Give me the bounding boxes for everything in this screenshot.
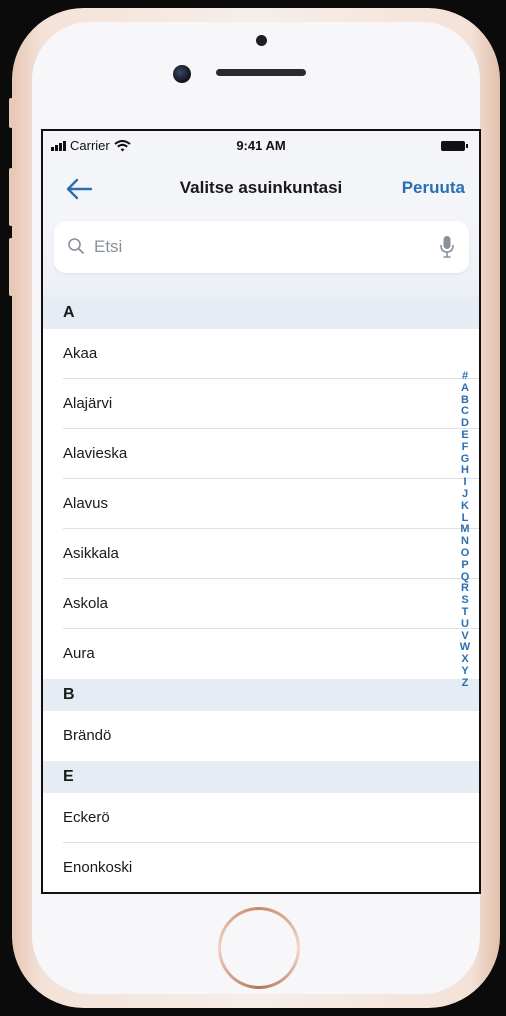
cancel-button[interactable]: Peruuta — [402, 178, 465, 198]
proximity-sensor — [256, 35, 267, 46]
index-letter-f[interactable]: F — [462, 441, 469, 454]
alphabet-index[interactable]: # A B C D E F G H I J K L M N O P Q R S … — [459, 370, 471, 690]
section-header-e: E — [43, 761, 479, 793]
list-item[interactable]: Alajärvi — [43, 379, 479, 429]
status-bar: Carrier 9:41 AM — [43, 131, 479, 161]
mute-switch — [9, 98, 13, 128]
list-item[interactable]: Askola — [43, 579, 479, 629]
search-area — [43, 217, 479, 297]
search-input[interactable] — [94, 229, 424, 265]
index-letter-t[interactable]: T — [462, 606, 469, 619]
list-item[interactable]: Enonkoski — [43, 843, 479, 892]
list-item[interactable]: Aura — [43, 629, 479, 679]
microphone-icon[interactable] — [439, 235, 455, 259]
index-letter-y[interactable]: Y — [461, 665, 468, 678]
index-letter-e[interactable]: E — [461, 429, 468, 442]
app-screen: Carrier 9:41 AM Valitse asuinkuntasi Per… — [41, 129, 481, 894]
volume-down-button — [9, 238, 13, 296]
search-icon — [68, 238, 84, 254]
volume-up-button — [9, 168, 13, 226]
list-item[interactable]: Eckerö — [43, 793, 479, 843]
index-letter-o[interactable]: O — [461, 547, 470, 560]
list-item[interactable]: Asikkala — [43, 529, 479, 579]
index-letter-j[interactable]: J — [462, 488, 468, 501]
front-camera-icon — [173, 65, 191, 83]
status-time: 9:41 AM — [236, 138, 286, 153]
index-letter-a[interactable]: A — [461, 382, 469, 395]
municipality-list: A Akaa Alajärvi Alavieska Alavus Asikkal… — [43, 297, 479, 892]
index-letter-u[interactable]: U — [461, 618, 469, 631]
index-letter-z[interactable]: Z — [462, 677, 469, 690]
search-field[interactable] — [54, 221, 469, 273]
index-letter-p[interactable]: P — [461, 559, 468, 572]
section-header-a: A — [43, 297, 479, 329]
section-header-b: B — [43, 679, 479, 711]
list-item[interactable]: Alavus — [43, 479, 479, 529]
navigation-bar: Valitse asuinkuntasi Peruuta — [43, 161, 479, 217]
list-item[interactable]: Alavieska — [43, 429, 479, 479]
earpiece-speaker — [216, 69, 306, 76]
list-item[interactable]: Akaa — [43, 329, 479, 379]
battery-icon — [441, 141, 468, 151]
index-letter-k[interactable]: K — [461, 500, 469, 513]
list-item[interactable]: Brändö — [43, 711, 479, 761]
home-button[interactable] — [218, 907, 300, 989]
